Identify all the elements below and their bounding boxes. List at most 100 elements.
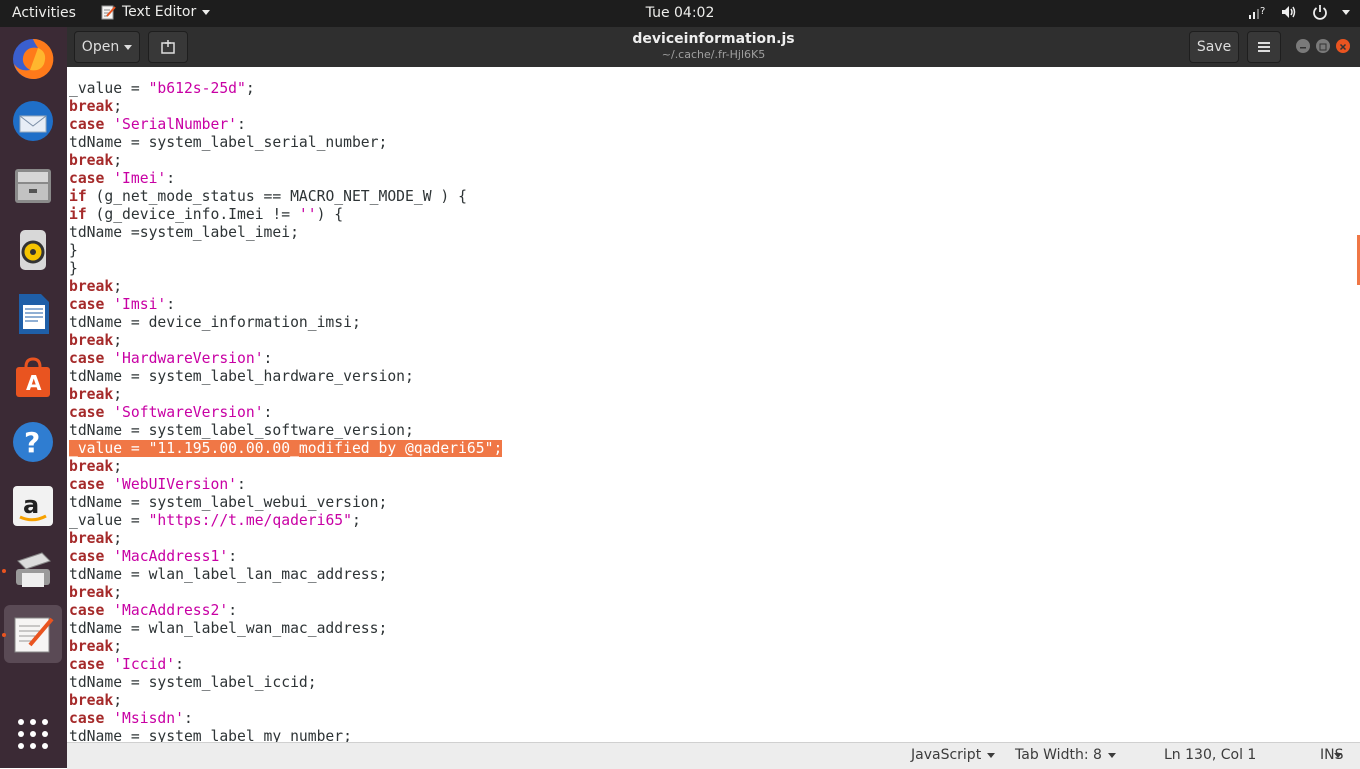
cursor-position-selector[interactable]: Ln 130, Col 1 bbox=[1164, 747, 1343, 763]
keyword-token: break bbox=[69, 278, 114, 295]
keyword-token: case bbox=[69, 170, 105, 187]
code-line[interactable]: case 'HardwareVersion': bbox=[69, 350, 502, 368]
code-line[interactable]: tdName = system_label_hardware_version; bbox=[69, 368, 502, 386]
code-line[interactable]: break; bbox=[69, 584, 502, 602]
language-selector[interactable]: JavaScript bbox=[911, 747, 996, 763]
code-token: (g_net_mode_status == MACRO_NET_MODE_W )… bbox=[86, 188, 467, 205]
tab-width-selector[interactable]: Tab Width: 8 bbox=[1015, 747, 1116, 763]
code-line[interactable]: _value = "11.195.00.00.00_modified by @q… bbox=[69, 440, 503, 458]
code-token: : bbox=[263, 404, 273, 421]
code-line[interactable]: tdName = system_label_serial_number; bbox=[69, 134, 502, 152]
code-line[interactable]: tdName = system_label_iccid; bbox=[69, 674, 502, 692]
menu-button[interactable] bbox=[1247, 31, 1281, 63]
keyword-token: case bbox=[69, 476, 105, 493]
running-indicator bbox=[2, 569, 6, 573]
code-line[interactable]: if (g_net_mode_status == MACRO_NET_MODE_… bbox=[69, 188, 502, 206]
chevron-down-icon bbox=[1107, 752, 1116, 758]
new-document-button[interactable] bbox=[148, 31, 188, 63]
code-token: tdName = system_label_software_version; bbox=[69, 422, 414, 439]
dock-text-editor[interactable] bbox=[4, 605, 62, 663]
code-line[interactable]: tdName = wlan_label_wan_mac_address; bbox=[69, 620, 502, 638]
code-line[interactable]: break; bbox=[69, 458, 502, 476]
code-line[interactable]: tdName =system_label_imei; bbox=[69, 224, 502, 242]
code-line[interactable]: } bbox=[69, 242, 502, 260]
code-line[interactable]: break; bbox=[69, 638, 502, 656]
new-document-icon bbox=[161, 40, 175, 54]
string-token: "b612s-25d" bbox=[148, 80, 246, 97]
code-line[interactable]: break; bbox=[69, 692, 502, 710]
dock-firefox[interactable] bbox=[4, 30, 62, 88]
code-token: tdName = system_label_my_number; bbox=[69, 728, 352, 742]
string-token: 'SerialNumber' bbox=[113, 116, 238, 133]
string-token: 'MacAddress2' bbox=[113, 602, 229, 619]
open-button-label: Open bbox=[81, 39, 120, 55]
amazon-icon: a bbox=[13, 486, 53, 526]
code-line[interactable]: break; bbox=[69, 530, 502, 548]
code-line[interactable]: break; bbox=[69, 386, 502, 404]
dock-help[interactable]: ? bbox=[4, 413, 62, 471]
code-line[interactable]: tdName = wlan_label_lan_mac_address; bbox=[69, 566, 502, 584]
keyword-token: break bbox=[69, 386, 114, 403]
code-token: tdName = system_label_hardware_version; bbox=[69, 368, 414, 385]
dock-show-applications[interactable] bbox=[4, 705, 62, 763]
code-line[interactable]: case 'WebUIVersion': bbox=[69, 476, 502, 494]
code-line[interactable]: case 'Imsi': bbox=[69, 296, 502, 314]
app-menu[interactable]: Text Editor bbox=[100, 4, 211, 20]
code-line[interactable]: _value = "b612s-25d"; bbox=[69, 80, 502, 98]
dock-libreoffice-writer[interactable] bbox=[4, 285, 62, 343]
code-line[interactable]: if (g_device_info.Imei != '') { bbox=[69, 206, 502, 224]
close-button[interactable] bbox=[1336, 39, 1350, 53]
text-view[interactable]: _value = "b612s-25d"; break; case 'SerialN… bbox=[67, 67, 1360, 742]
string-token: 'SoftwareVersion' bbox=[113, 404, 264, 421]
keyword-token: case bbox=[69, 656, 105, 673]
code-line[interactable]: tdName = system_label_webui_version; bbox=[69, 494, 502, 512]
code-line[interactable]: case 'Iccid': bbox=[69, 656, 502, 674]
code-line[interactable] bbox=[69, 67, 502, 80]
string-token: 'WebUIVersion' bbox=[113, 476, 238, 493]
maximize-button[interactable] bbox=[1316, 39, 1330, 53]
open-button[interactable]: Open bbox=[74, 31, 140, 63]
dock-thunderbird[interactable] bbox=[4, 92, 62, 150]
chevron-down-icon bbox=[202, 9, 211, 15]
code-line[interactable]: break; bbox=[69, 98, 502, 116]
header-bar: Open deviceinformation.js ~/.cache/.fr-H… bbox=[67, 27, 1360, 68]
code-line[interactable]: break; bbox=[69, 152, 502, 170]
code-line[interactable]: case 'Imei': bbox=[69, 170, 502, 188]
dock-ubuntu-software[interactable]: A bbox=[4, 349, 62, 407]
minimize-button[interactable] bbox=[1296, 39, 1310, 53]
code-line[interactable]: tdName = system_label_software_version; bbox=[69, 422, 502, 440]
text-editor-icon bbox=[14, 617, 54, 653]
code-token: : bbox=[263, 350, 273, 367]
code-line[interactable]: case 'MacAddress2': bbox=[69, 602, 502, 620]
firefox-icon bbox=[13, 38, 54, 79]
code-line[interactable]: break; bbox=[69, 332, 502, 350]
thunderbird-icon bbox=[13, 101, 53, 141]
code-line[interactable]: case 'SoftwareVersion': bbox=[69, 404, 502, 422]
clock[interactable]: Tue 04:02 bbox=[646, 5, 715, 21]
activities-button[interactable]: Activities bbox=[12, 5, 76, 21]
dock-rhythmbox[interactable] bbox=[4, 221, 62, 279]
code-token: ; bbox=[113, 152, 123, 169]
running-indicator bbox=[2, 633, 6, 637]
code-token: ; bbox=[113, 458, 123, 475]
code-line[interactable]: case 'SerialNumber': bbox=[69, 116, 502, 134]
system-tray[interactable]: ? bbox=[1248, 4, 1350, 20]
code-line[interactable]: case 'Msisdn': bbox=[69, 710, 502, 728]
code-content: _value = "b612s-25d"; break; case 'SerialN… bbox=[69, 67, 503, 742]
code-line[interactable]: tdName = device_information_imsi; bbox=[69, 314, 502, 332]
code-line[interactable]: case 'MacAddress1': bbox=[69, 548, 502, 566]
code-line[interactable]: tdName = system_label_my_number; bbox=[69, 728, 502, 742]
minimize-icon bbox=[1300, 47, 1306, 49]
code-line[interactable]: _value = "https://t.me/qaderi65"; bbox=[69, 512, 502, 530]
dock-files[interactable] bbox=[4, 157, 62, 215]
code-line[interactable]: break; bbox=[69, 278, 502, 296]
svg-text:?: ? bbox=[1260, 6, 1265, 17]
grid-icon bbox=[18, 719, 48, 749]
dock-printer[interactable] bbox=[4, 541, 62, 599]
dock-amazon[interactable]: a bbox=[4, 477, 62, 535]
code-line[interactable]: } bbox=[69, 260, 502, 278]
save-button[interactable]: Save bbox=[1189, 31, 1239, 63]
